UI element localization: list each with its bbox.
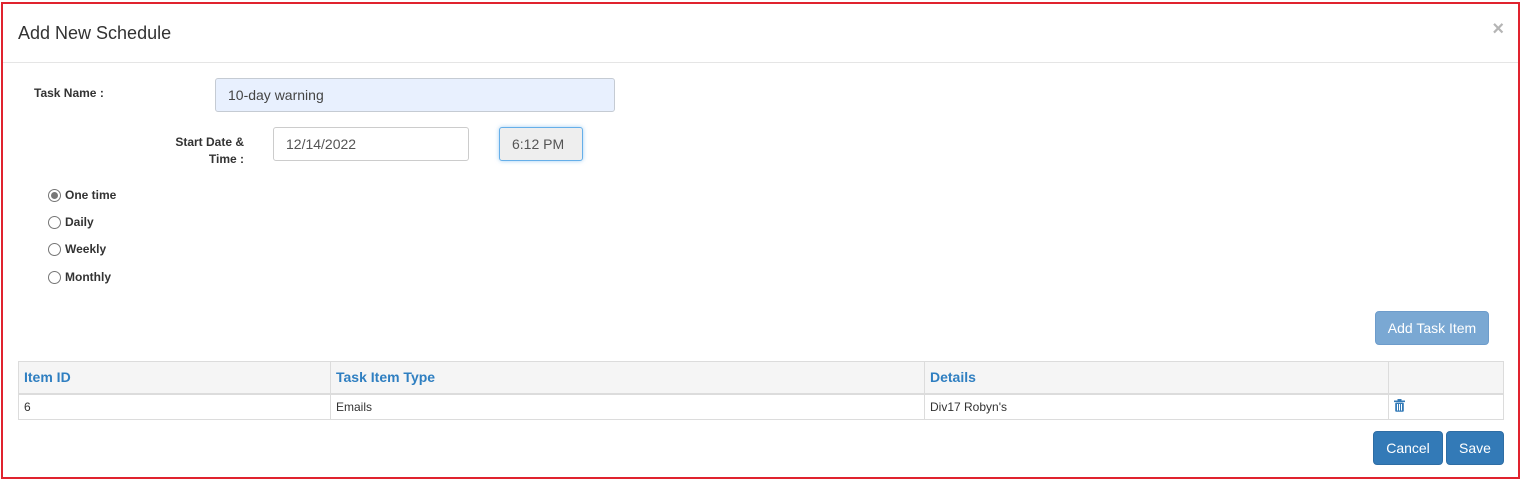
- start-label-line1: Start Date &: [175, 135, 244, 149]
- table-row: 6 Emails Div17 Robyn's: [18, 393, 1504, 420]
- radio-monthly-button[interactable]: [48, 270, 61, 284]
- save-button[interactable]: Save: [1446, 431, 1504, 465]
- radio-weekly-label: Weekly: [65, 242, 107, 256]
- radio-one-time-button[interactable]: [48, 188, 61, 202]
- trash-icon[interactable]: [1394, 398, 1405, 415]
- radio-monthly[interactable]: Monthly: [48, 270, 111, 284]
- task-name-label: Task Name :: [34, 86, 104, 100]
- task-items-table: Item ID Task Item Type Details 6 Emails …: [18, 361, 1504, 420]
- column-header-details[interactable]: Details: [924, 361, 1389, 395]
- add-task-item-button[interactable]: Add Task Item: [1375, 311, 1489, 345]
- radio-daily[interactable]: Daily: [48, 215, 94, 229]
- task-name-input[interactable]: 10-day warning: [215, 78, 615, 112]
- cell-actions: [1388, 393, 1504, 420]
- add-schedule-modal: Add New Schedule × Task Name : 10-day wa…: [1, 2, 1520, 479]
- radio-weekly[interactable]: Weekly: [48, 242, 106, 256]
- column-header-actions: [1388, 361, 1504, 395]
- table-header-row: Item ID Task Item Type Details: [18, 361, 1504, 395]
- close-icon[interactable]: ×: [1492, 18, 1504, 41]
- cell-details: Div17 Robyn's: [924, 393, 1389, 420]
- cell-item-id: 6: [18, 393, 331, 420]
- column-header-item-id[interactable]: Item ID: [18, 361, 331, 395]
- cell-task-item-type: Emails: [330, 393, 925, 420]
- start-date-time-label: Start Date & Time :: [163, 134, 244, 168]
- start-time-input[interactable]: 6:12 PM: [499, 127, 583, 161]
- start-date-input[interactable]: 12/14/2022: [273, 127, 469, 161]
- radio-daily-button[interactable]: [48, 215, 61, 229]
- modal-title: Add New Schedule: [18, 23, 172, 43]
- modal-header: Add New Schedule ×: [3, 4, 1518, 63]
- radio-one-time-label: One time: [65, 188, 117, 202]
- radio-monthly-label: Monthly: [65, 270, 111, 284]
- radio-daily-label: Daily: [65, 215, 94, 229]
- start-label-line2: Time :: [208, 152, 244, 166]
- radio-weekly-button[interactable]: [48, 242, 61, 256]
- cancel-button[interactable]: Cancel: [1373, 431, 1443, 465]
- column-header-task-item-type[interactable]: Task Item Type: [330, 361, 925, 395]
- radio-one-time[interactable]: One time: [48, 188, 116, 202]
